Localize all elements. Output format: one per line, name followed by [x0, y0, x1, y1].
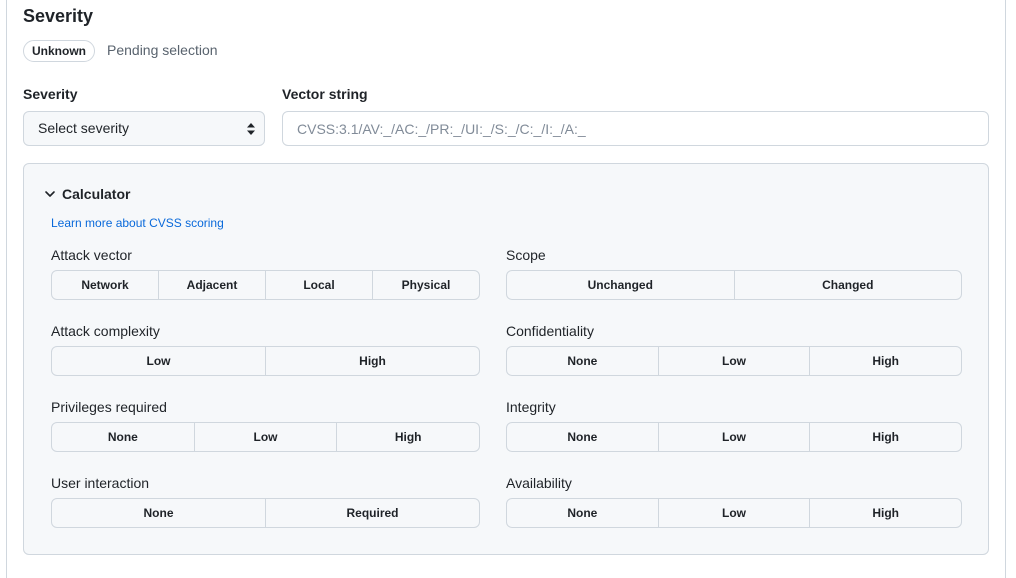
- attack-vector-segmented-control: Network Adjacent Local Physical: [51, 270, 480, 300]
- scope-label: Scope: [506, 247, 546, 263]
- calculator-toggle[interactable]: Calculator: [44, 185, 130, 203]
- confidentiality-option-low[interactable]: Low: [657, 347, 810, 375]
- severity-select-value: Select severity: [38, 120, 130, 136]
- privileges-required-segmented-control: None Low High: [51, 422, 480, 452]
- confidentiality-option-high[interactable]: High: [809, 347, 961, 375]
- integrity-option-none[interactable]: None: [507, 423, 658, 451]
- privileges-required-option-none[interactable]: None: [52, 423, 194, 451]
- severity-field-label: Severity: [23, 86, 78, 102]
- learn-more-cvss-link[interactable]: Learn more about CVSS scoring: [51, 215, 224, 231]
- user-interaction-segmented-control: None Required: [51, 498, 480, 528]
- integrity-label: Integrity: [506, 399, 556, 415]
- vector-string-input[interactable]: [282, 111, 989, 146]
- user-interaction-label: User interaction: [51, 475, 150, 491]
- vector-field-label: Vector string: [282, 86, 368, 102]
- severity-badge: Unknown: [23, 40, 95, 62]
- integrity-option-high[interactable]: High: [809, 423, 961, 451]
- availability-option-low[interactable]: Low: [657, 499, 810, 527]
- attack-complexity-option-high[interactable]: High: [265, 347, 479, 375]
- calculator-toggle-label: Calculator: [62, 186, 131, 202]
- attack-vector-label: Attack vector: [51, 247, 132, 263]
- attack-complexity-segmented-control: Low High: [51, 346, 480, 376]
- integrity-option-low[interactable]: Low: [657, 423, 810, 451]
- availability-segmented-control: None Low High: [506, 498, 962, 528]
- confidentiality-label: Confidentiality: [506, 323, 594, 339]
- user-interaction-option-none[interactable]: None: [52, 499, 265, 527]
- attack-vector-option-local[interactable]: Local: [265, 271, 372, 299]
- attack-vector-option-adjacent[interactable]: Adjacent: [158, 271, 265, 299]
- attack-complexity-option-low[interactable]: Low: [52, 347, 265, 375]
- availability-option-none[interactable]: None: [507, 499, 658, 527]
- scope-segmented-control: Unchanged Changed: [506, 270, 962, 300]
- availability-label: Availability: [506, 475, 572, 491]
- attack-complexity-label: Attack complexity: [51, 323, 160, 339]
- chevron-down-icon: [45, 191, 55, 197]
- select-arrows-icon: [247, 123, 255, 135]
- severity-status: Pending selection: [107, 42, 218, 58]
- severity-select[interactable]: Select severity: [23, 111, 265, 146]
- section-title: Severity: [23, 6, 94, 26]
- scope-option-changed[interactable]: Changed: [733, 271, 962, 299]
- attack-vector-option-network[interactable]: Network: [52, 271, 158, 299]
- privileges-required-option-high[interactable]: High: [336, 423, 479, 451]
- confidentiality-segmented-control: None Low High: [506, 346, 962, 376]
- privileges-required-label: Privileges required: [51, 399, 167, 415]
- severity-page: Severity Unknown Pending selection Sever…: [0, 0, 1016, 578]
- confidentiality-option-none[interactable]: None: [507, 347, 658, 375]
- availability-option-high[interactable]: High: [809, 499, 961, 527]
- attack-vector-option-physical[interactable]: Physical: [372, 271, 479, 299]
- scope-option-unchanged[interactable]: Unchanged: [507, 271, 734, 299]
- integrity-segmented-control: None Low High: [506, 422, 962, 452]
- user-interaction-option-required[interactable]: Required: [265, 499, 479, 527]
- privileges-required-option-low[interactable]: Low: [193, 423, 337, 451]
